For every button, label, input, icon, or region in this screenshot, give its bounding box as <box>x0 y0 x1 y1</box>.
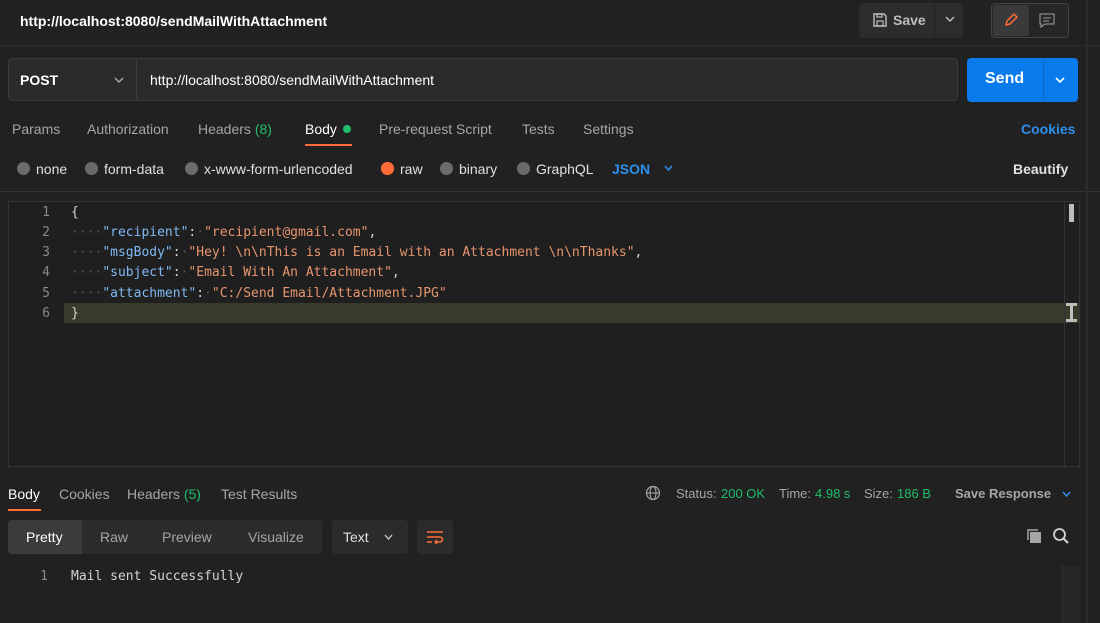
radio-raw[interactable] <box>381 162 394 175</box>
view-pretty-label[interactable]: Pretty <box>26 529 63 545</box>
code-line: { <box>71 205 79 220</box>
response-tab-test-results[interactable]: Test Results <box>221 486 297 502</box>
response-tab-headers-label: Headers <box>127 486 180 502</box>
text-cursor-icon <box>1066 303 1077 322</box>
radio-label-raw[interactable]: raw <box>400 161 423 177</box>
code-line: ····"msgBody":·"Hey! \n\nThis is an Emai… <box>71 245 643 260</box>
copy-icon[interactable] <box>1025 527 1043 545</box>
view-raw[interactable]: Raw <box>100 529 128 545</box>
status-value[interactable]: 200 OK <box>721 486 765 501</box>
radio-form-data[interactable] <box>85 162 98 175</box>
active-tab-indicator <box>305 144 352 146</box>
status-label: Status: <box>676 486 717 501</box>
method-label: POST <box>20 72 59 88</box>
format-select[interactable]: JSON <box>612 161 650 177</box>
tab-settings[interactable]: Settings <box>583 121 634 137</box>
response-active-tab-indicator <box>8 509 41 511</box>
radio-label-urlencoded[interactable]: x-www-form-urlencoded <box>204 161 353 177</box>
send-separator <box>1043 58 1044 102</box>
line-number: 4 <box>42 265 50 280</box>
response-format-label: Text <box>343 529 369 545</box>
json-key: "subject" <box>102 265 173 280</box>
code-brace-open: { <box>71 205 79 220</box>
chevron-down-icon <box>114 77 124 84</box>
code-line: } <box>71 306 79 321</box>
code-line: ····"recipient":·"recipient@gmail.com", <box>71 225 377 240</box>
tab-params[interactable]: Params <box>12 121 60 137</box>
view-visualize[interactable]: Visualize <box>248 529 304 545</box>
chevron-down-icon <box>384 534 393 541</box>
tab-body[interactable]: Body <box>305 121 337 137</box>
json-value: "Hey! \n\nThis is an Email with an Attac… <box>188 245 635 260</box>
tab-headers[interactable]: Headers (8) <box>198 121 272 137</box>
wrap-lines-button[interactable] <box>417 520 453 554</box>
radio-graphql[interactable] <box>517 162 530 175</box>
window-edge <box>1086 0 1088 623</box>
editor-scrollbar-thumb[interactable] <box>1069 204 1074 222</box>
radio-label-binary[interactable]: binary <box>459 161 497 177</box>
tab-headers-label: Headers <box>198 121 251 137</box>
radio-binary[interactable] <box>440 162 453 175</box>
chevron-down-icon[interactable] <box>663 164 674 173</box>
save-separator <box>934 4 935 37</box>
edit-mode-button[interactable] <box>993 5 1029 36</box>
code-line: ····"subject":·"Email With An Attachment… <box>71 265 400 280</box>
tab-authorization[interactable]: Authorization <box>87 121 169 137</box>
json-value: "recipient@gmail.com" <box>204 225 369 240</box>
tab-tests[interactable]: Tests <box>522 121 555 137</box>
json-key: "msgBody" <box>102 245 173 260</box>
save-response-button[interactable]: Save Response <box>955 486 1051 501</box>
line-number: 2 <box>42 225 50 240</box>
current-line-highlight <box>64 303 1079 323</box>
json-value: "Email With An Attachment" <box>188 265 392 280</box>
editor-scrollbar-track[interactable] <box>1064 202 1065 466</box>
response-headers-count: (5) <box>183 486 201 502</box>
response-scrollbar[interactable] <box>1062 566 1080 623</box>
time-value[interactable]: 4.98 s <box>815 486 850 501</box>
line-number: 1 <box>42 205 50 220</box>
response-line-number: 1 <box>40 569 48 584</box>
line-number: 3 <box>42 245 50 260</box>
request-title[interactable]: http://localhost:8080/sendMailWithAttach… <box>20 13 327 29</box>
radio-x-www-form-urlencoded[interactable] <box>185 162 198 175</box>
divider <box>0 191 1100 192</box>
chevron-down-icon[interactable] <box>1061 490 1072 499</box>
globe-icon[interactable] <box>645 485 661 501</box>
pencil-icon <box>1004 12 1019 27</box>
save-icon <box>873 13 887 27</box>
code-line: ····"attachment":·"C:/Send Email/Attachm… <box>71 286 447 301</box>
response-tab-headers[interactable]: Headers (5) <box>127 486 201 502</box>
response-body-text[interactable]: Mail sent Successfully <box>71 569 243 584</box>
beautify-link[interactable]: Beautify <box>1013 161 1068 177</box>
request-body-editor[interactable] <box>8 201 1080 467</box>
cookies-link[interactable]: Cookies <box>1021 121 1075 137</box>
chevron-down-icon[interactable] <box>1054 75 1066 85</box>
line-number: 6 <box>42 306 50 321</box>
tab-pre-request-script[interactable]: Pre-request Script <box>379 121 492 137</box>
response-tab-body[interactable]: Body <box>8 486 40 502</box>
save-label: Save <box>893 12 926 28</box>
radio-label-graphql[interactable]: GraphQL <box>536 161 594 177</box>
json-key: "attachment" <box>102 286 197 301</box>
radio-label-form-data[interactable]: form-data <box>104 161 164 177</box>
body-active-dot <box>343 125 351 133</box>
code-brace-close: } <box>71 306 79 321</box>
search-icon[interactable] <box>1052 527 1070 545</box>
view-preview[interactable]: Preview <box>162 529 212 545</box>
time-label: Time: <box>779 486 812 501</box>
json-value: "C:/Send Email/Attachment.JPG" <box>211 286 447 301</box>
radio-none[interactable] <box>17 162 30 175</box>
wrap-lines-icon <box>427 531 444 545</box>
json-key: "recipient" <box>102 225 189 240</box>
comment-icon[interactable] <box>1038 12 1056 28</box>
radio-label-none[interactable]: none <box>36 161 67 177</box>
send-label: Send <box>985 70 1025 87</box>
url-value: http://localhost:8080/sendMailWithAttach… <box>150 72 435 88</box>
response-tab-cookies[interactable]: Cookies <box>59 486 110 502</box>
chevron-down-icon[interactable] <box>944 14 956 24</box>
size-value[interactable]: 186 B <box>897 486 931 501</box>
headers-count: (8) <box>254 121 272 137</box>
size-label: Size: <box>864 486 893 501</box>
line-number: 5 <box>42 286 50 301</box>
